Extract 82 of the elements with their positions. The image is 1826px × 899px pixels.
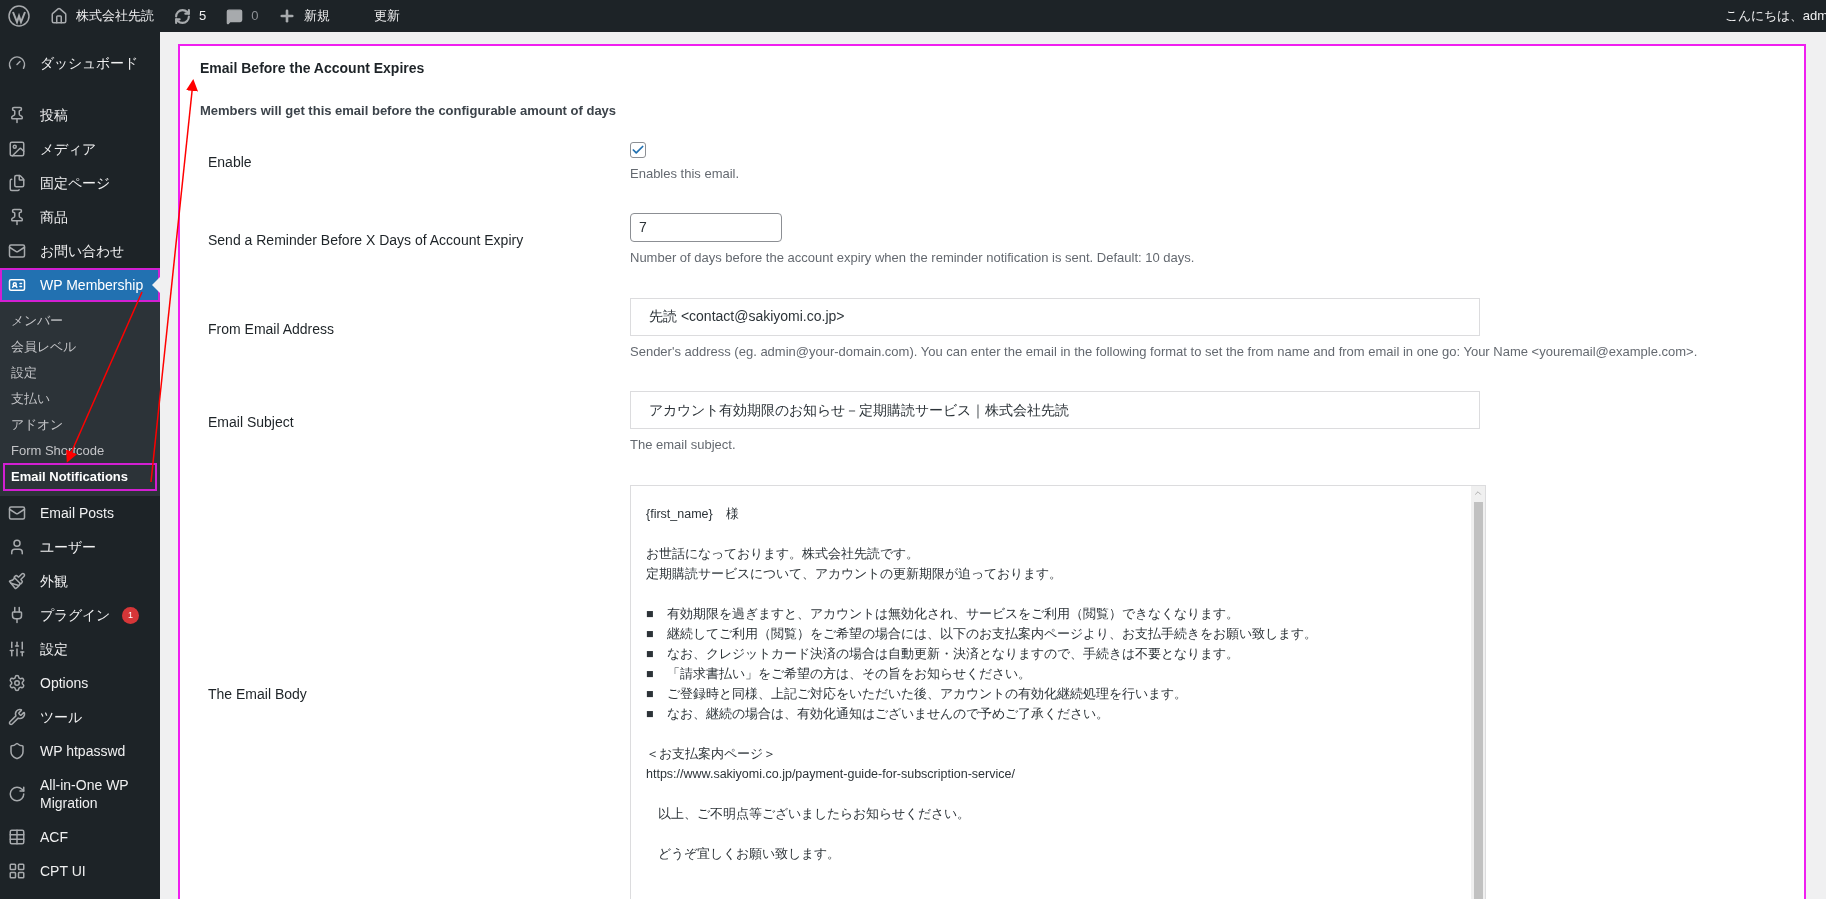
field-description: Sender's address (eg. admin@your-domain.com). You can enter the email in the following format to set the from name and from email in one go: Your Name <youremail@example.com>. (630, 342, 1698, 361)
sidebar-item[interactable]: プラグイン 1 (0, 598, 160, 632)
body-text-line: 以上、ご不明点等ございましたらお知らせください。 (658, 805, 971, 823)
mail-icon (8, 504, 26, 522)
body-text-line: ■ ご登録時と同様、上記ご対応をいただいた後、アカウントの有効化継続処理を行います。 (646, 685, 1188, 703)
media-icon (8, 140, 26, 158)
circular-arrow-icon (8, 785, 26, 803)
mail-icon (8, 242, 26, 260)
pin-icon (8, 106, 26, 124)
sidebar-item[interactable]: WP Membership (0, 268, 160, 302)
settings-icon (8, 674, 26, 692)
body-text-line: https://www.sakiyomi.co.jp/payment-guide-for-subscription-service/ (646, 765, 1016, 783)
text-input-field[interactable]: 先読 <contact@sakiyomi.co.jp> (630, 297, 1480, 336)
table-icon (8, 828, 26, 846)
updates-icon[interactable] (174, 7, 191, 25)
id-card-icon (8, 276, 26, 294)
notification-badge: 1 (122, 606, 139, 624)
sidebar-item[interactable]: お問い合わせ (0, 234, 160, 268)
grid-icon (8, 862, 26, 880)
body-text-line: {first_name} 様 (646, 505, 740, 523)
sidebar-item[interactable]: 投稿 (0, 98, 160, 132)
enable-checkbox[interactable] (630, 141, 646, 158)
field-label: Email Subject (208, 413, 294, 433)
body-text-line: ■ 有効期限を過ぎますと、アカウントは無効化され、サービスをご利用（閲覧）できなくなります。 (646, 605, 1240, 623)
sliders-icon (8, 640, 26, 658)
wrench-icon (8, 708, 26, 726)
field-description: Number of days before the account expiry when the reminder notification is sent. Default: 10 days. (630, 249, 1195, 267)
user-icon (8, 538, 26, 556)
submenu-item[interactable]: 会員レベル (4, 334, 156, 360)
sidebar-item[interactable]: ユーザー (0, 530, 160, 564)
home-icon[interactable] (50, 7, 68, 25)
body-text-line: ■ なお、継続の場合は、有効化通知はございませんので予めご了承ください。 (646, 705, 1110, 723)
panel-description: Members will get this email before the configurable amount of days (200, 102, 618, 120)
body-text-line: ＜お支払案内ページ＞ (646, 745, 777, 763)
sidebar-item[interactable]: 外観 (0, 564, 160, 598)
sidebar-item[interactable]: ACF (0, 820, 160, 854)
sidebar-item[interactable]: メディア (0, 132, 160, 166)
submenu-item[interactable]: 支払い (4, 386, 156, 412)
body-text-line: ■ 「請求書払い」をご希望の方は、その旨をお知らせください。 (646, 665, 1032, 683)
field-label: From Email Address (208, 319, 335, 339)
email-body-field[interactable] (630, 484, 1486, 899)
wordpress-logo-icon[interactable] (8, 5, 30, 27)
site-name-link[interactable]: 株式会社先読 (76, 6, 154, 26)
body-text-line: 定期購読サービスについて、アカウントの更新期限が迫っております。 (646, 565, 1063, 583)
body-text-line: ■ なお、クレジットカード決済の場合は自動更新・決済となりますので、手続きは不要となります。 (646, 645, 1240, 663)
text-input-field[interactable]: アカウント有効期限のお知らせ－定期購読サービス｜株式会社先読 (630, 391, 1480, 429)
comment-icon[interactable] (226, 7, 244, 25)
comments-count[interactable]: 0 (251, 6, 259, 26)
field-label: Enable (208, 152, 252, 172)
shield-icon (8, 742, 26, 760)
body-text-line: どうぞ宜しくお願い致します。 (658, 845, 841, 863)
days-input-field[interactable]: 7 (630, 213, 782, 242)
new-link[interactable]: 新規 (304, 6, 331, 26)
dashboard-icon (8, 54, 26, 72)
body-text-line: お世話になっております。株式会社先読です。 (646, 545, 920, 563)
update-link[interactable]: 更新 (374, 6, 401, 26)
sidebar-item[interactable]: ダッシュボード (0, 46, 160, 80)
submenu-item[interactable]: アドオン (4, 412, 156, 438)
sidebar-item[interactable]: WP htpasswd (0, 734, 160, 768)
brush-icon (8, 572, 26, 590)
submenu-item[interactable]: メンバー (4, 308, 156, 334)
sidebar-item[interactable]: 固定ページ (0, 166, 160, 200)
submenu-item[interactable]: 設定 (4, 360, 156, 386)
submenu-item[interactable]: Email Notifications (4, 464, 156, 490)
scrollbar[interactable] (1471, 485, 1485, 899)
pages-icon (8, 174, 26, 192)
pin-icon (8, 208, 26, 226)
sidebar-item[interactable]: 設定 (0, 632, 160, 666)
field-label: Send a Reminder Before X Days of Account Expiry (208, 230, 524, 250)
sidebar-item[interactable]: ツール (0, 700, 160, 734)
sidebar-item[interactable]: Options (0, 666, 160, 700)
current-menu-pointer (152, 277, 160, 293)
sidebar-item[interactable]: All-in-One WP Migration (0, 768, 160, 820)
field-description: The email subject. (630, 436, 737, 454)
body-text-line: ■ 継続してご利用（閲覧）をご希望の場合には、以下のお支払案内ページより、お支払手続きをお願い致します。 (646, 625, 1318, 643)
sidebar-item[interactable]: CPT UI (0, 854, 160, 888)
sidebar-item[interactable]: 商品 (0, 200, 160, 234)
field-label: The Email Body (208, 685, 307, 704)
updates-count[interactable]: 5 (199, 6, 207, 26)
sidebar-item[interactable]: Email Posts (0, 496, 160, 530)
field-description: Enables this email. (630, 164, 740, 183)
panel-title: Email Before the Account Expires (200, 59, 426, 78)
